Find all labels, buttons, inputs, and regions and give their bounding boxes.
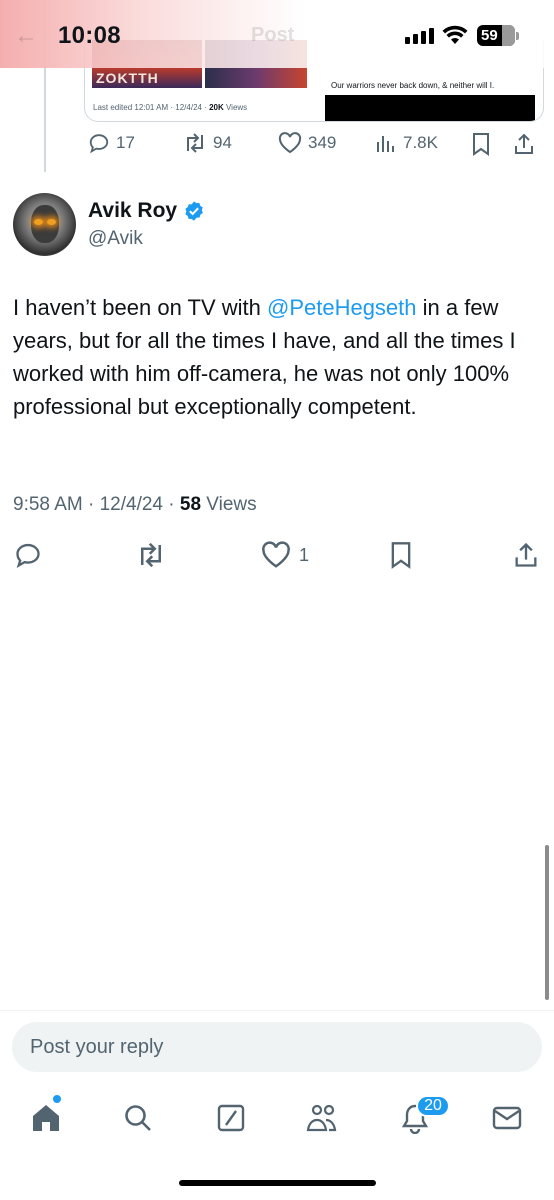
- author-name: Avik Roy: [88, 199, 178, 222]
- parent-share-button[interactable]: [513, 132, 535, 156]
- parent-bookmark-button[interactable]: [471, 132, 491, 156]
- avatar[interactable]: [13, 193, 76, 256]
- tweet-meta: 9:58 AM · 12/4/24 · 58 Views: [13, 494, 257, 516]
- tweet-views-count: 58: [179, 494, 202, 515]
- heart-icon: [278, 132, 302, 154]
- share-button[interactable]: [513, 537, 539, 573]
- card-video-frame[interactable]: [325, 95, 535, 121]
- tweet-body: I haven’t been on TV with @PeteHegseth i…: [13, 291, 543, 423]
- status-bar: ← Post 10:08 59: [0, 0, 554, 68]
- avatar-eye-left: [34, 219, 43, 225]
- parent-like-count: 349: [308, 133, 337, 152]
- parent-repost-button[interactable]: 94: [183, 132, 232, 154]
- author-handle[interactable]: @Avik: [88, 228, 143, 250]
- reply-placeholder: Post your reply: [30, 1035, 164, 1058]
- card-views-suffix: Views: [223, 103, 248, 112]
- tab-search[interactable]: [118, 1098, 158, 1138]
- divider: [0, 1010, 554, 1011]
- tweet-timestamp[interactable]: 9:58 AM · 12/4/24 ·: [13, 494, 180, 515]
- battery-icon: 59: [477, 25, 515, 46]
- parent-like-button[interactable]: 349: [278, 132, 336, 154]
- reply-input[interactable]: Post your reply: [12, 1022, 542, 1072]
- header-title: Post: [251, 24, 295, 46]
- bookmark-button[interactable]: [389, 537, 413, 573]
- tab-communities[interactable]: [303, 1098, 343, 1138]
- communities-icon: [306, 1104, 337, 1132]
- tweet-text-before: I haven’t been on TV with: [13, 295, 267, 320]
- share-icon: [515, 542, 537, 567]
- tab-home[interactable]: [26, 1098, 66, 1138]
- repost-icon: [187, 133, 203, 153]
- repost-icon: [141, 542, 161, 568]
- mail-icon: [492, 1106, 522, 1130]
- mention-link[interactable]: @PeteHegseth: [267, 295, 417, 320]
- author-name-row[interactable]: Avik Roy: [88, 199, 205, 223]
- repost-button[interactable]: [136, 537, 166, 573]
- home-icon: [33, 1105, 59, 1131]
- parent-views-count: 7.8K: [403, 133, 438, 152]
- parent-reply-button[interactable]: 17: [88, 132, 135, 154]
- parent-action-bar: 17 94 349 7.8K: [88, 132, 538, 160]
- share-icon: [515, 133, 533, 154]
- card-meta: Last edited 12:01 AM · 12/4/24 · 20K Vie…: [93, 103, 247, 112]
- avatar-eye-right: [47, 219, 56, 225]
- like-count: 1: [299, 544, 310, 565]
- search-icon: [125, 1105, 151, 1131]
- battery-level: 59: [481, 27, 498, 44]
- card-meta-prefix: Last edited 12:01 AM · 12/4/24 ·: [93, 103, 210, 112]
- home-new-content-dot: [53, 1095, 61, 1103]
- tab-messages[interactable]: [487, 1098, 527, 1138]
- parent-views-button[interactable]: 7.8K: [375, 132, 438, 154]
- parent-reply-count: 17: [116, 133, 135, 152]
- cellular-signal-icon: [405, 28, 434, 44]
- grok-icon: [217, 1104, 245, 1132]
- home-indicator[interactable]: [179, 1180, 376, 1186]
- reply-icon: [16, 543, 40, 568]
- tweet-views-label: Views: [201, 494, 257, 515]
- verified-badge-icon: [185, 201, 203, 221]
- heart-icon: [262, 541, 290, 568]
- views-chart-icon: [377, 136, 394, 152]
- clock: 10:08: [58, 22, 121, 49]
- scrollbar[interactable]: [545, 845, 549, 1000]
- battery-cap: [516, 32, 519, 40]
- card-views: 20K: [209, 103, 224, 112]
- wifi-icon: [442, 25, 468, 44]
- tab-grok[interactable]: [211, 1098, 251, 1138]
- like-button[interactable]: 1: [261, 537, 309, 573]
- notifications-badge: 20: [416, 1095, 450, 1117]
- card-quote-text: Our warriors never back down, & neither …: [331, 81, 495, 90]
- reply-icon: [89, 134, 109, 154]
- bookmark-icon: [391, 542, 411, 569]
- reply-button[interactable]: [14, 537, 42, 573]
- parent-repost-count: 94: [213, 133, 232, 152]
- back-arrow-icon[interactable]: ←: [14, 22, 38, 50]
- bookmark-icon: [473, 133, 489, 156]
- bottom-tab-bar: [0, 1090, 554, 1150]
- card-image-text: ZOKTTH: [96, 70, 159, 86]
- tweet-action-bar: 1: [0, 537, 554, 573]
